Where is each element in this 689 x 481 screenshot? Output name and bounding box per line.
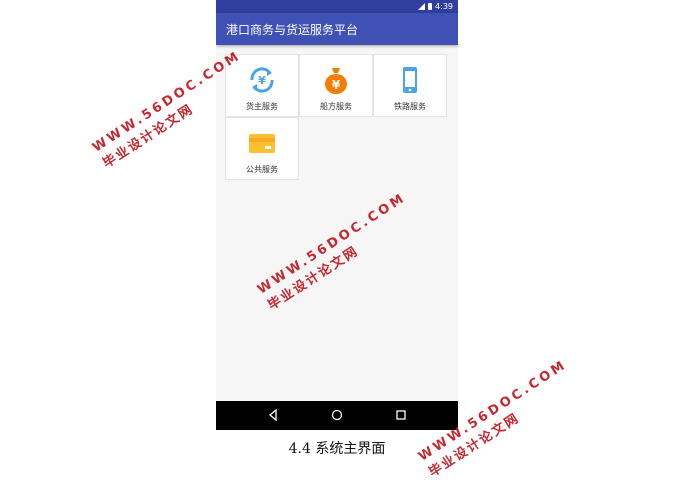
recents-icon[interactable] [395, 406, 407, 425]
home-icon[interactable] [331, 406, 343, 425]
card-icon [246, 127, 278, 159]
back-icon[interactable] [267, 406, 279, 425]
app-bar: 港口商务与货运服务平台 [216, 13, 458, 45]
tile-label: 铁路服务 [394, 102, 426, 111]
tile-label: 公共服务 [246, 165, 278, 174]
tile-railway-service[interactable]: 铁路服务 [373, 54, 447, 117]
money-bag-icon: ¥ [320, 64, 352, 96]
tile-label: 货主服务 [246, 102, 278, 111]
tile-label: 船方服务 [320, 102, 352, 111]
cargo-owner-exchange-icon: ¥ [246, 64, 278, 96]
app-title: 港口商务与货运服务平台 [226, 22, 359, 37]
signal-icon [418, 3, 426, 10]
figure-caption: 4.4 系统主界面 [288, 441, 386, 457]
tile-public-service[interactable]: 公共服务 [225, 117, 299, 180]
navigation-bar [216, 401, 458, 430]
phone-screen: 4:39 港口商务与货运服务平台 ¥ 货主服务 ¥ 船方服务 铁路服务 公共服务 [216, 0, 458, 430]
mobile-phone-icon [394, 64, 426, 96]
status-time: 4:39 [435, 2, 453, 11]
svg-text:¥: ¥ [332, 78, 341, 92]
battery-icon [428, 3, 433, 10]
status-bar: 4:39 [216, 0, 458, 13]
svg-text:¥: ¥ [258, 74, 266, 87]
tile-ship-service[interactable]: ¥ 船方服务 [299, 54, 373, 117]
